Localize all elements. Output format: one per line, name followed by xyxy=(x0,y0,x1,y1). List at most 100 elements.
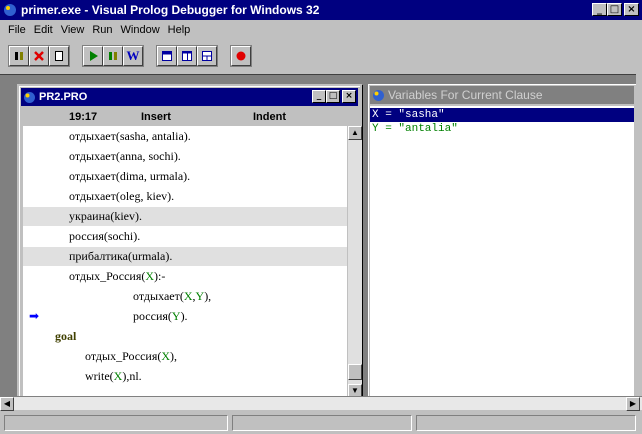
breakpoint-button[interactable] xyxy=(231,46,251,66)
code-line[interactable]: ➡ россия(Y). xyxy=(23,307,347,326)
scroll-thumb[interactable] xyxy=(348,364,362,380)
code-text: отдыхает(sasha, antalia). xyxy=(69,127,191,146)
step-icon xyxy=(109,52,117,60)
variable-token: X xyxy=(161,349,171,363)
variables-window: Variables For Current Clause X = "sasha"… xyxy=(368,84,636,400)
code-text: отдых_Россия(X), xyxy=(85,347,177,366)
toolbar-group-windows xyxy=(156,45,218,67)
variable-token: X xyxy=(183,289,193,303)
menu-view[interactable]: View xyxy=(57,24,89,36)
code-line[interactable]: прибалтика(urmala). xyxy=(23,247,347,266)
code-line[interactable]: отдых_Россия(X):- xyxy=(23,267,347,286)
arrange-icon xyxy=(202,51,212,61)
variable-row-y[interactable]: Y = "antalia" xyxy=(370,122,634,136)
code-line[interactable]: write(X),nl. xyxy=(23,367,347,386)
code-token: россия(sochi). xyxy=(69,229,141,243)
code-line[interactable]: отдых_Россия(X), xyxy=(23,347,347,366)
editor-title-bar[interactable]: PR2.PRO _ □ × xyxy=(21,88,358,106)
menu-help[interactable]: Help xyxy=(164,24,195,36)
toolbar-group-breakpoint xyxy=(230,45,252,67)
tile-icon xyxy=(162,51,172,61)
code-line[interactable]: отдыхает(oleg, kiev). xyxy=(23,187,347,206)
menu-window[interactable]: Window xyxy=(117,24,164,36)
variables-title: Variables For Current Clause xyxy=(388,88,543,102)
status-panel-3 xyxy=(416,415,636,431)
keyword-token: goal xyxy=(55,329,77,343)
code-line[interactable]: отдыхает(sasha, antalia). xyxy=(23,127,347,146)
menu-file[interactable]: File xyxy=(4,24,30,36)
current-line-arrow-icon: ➡ xyxy=(29,309,40,323)
breakpoint-icon xyxy=(236,51,246,61)
editor-title: PR2.PRO xyxy=(39,91,88,103)
code-text: прибалтика(urmala). xyxy=(69,247,172,266)
arrange-button[interactable] xyxy=(197,46,217,66)
code-line[interactable]: отдыхает(dima, urmala). xyxy=(23,167,347,186)
new-icon xyxy=(55,51,63,61)
variable-row-x[interactable]: X = "sasha" xyxy=(370,108,634,122)
editor-close-button[interactable]: × xyxy=(342,90,356,103)
editor-status-bar: 19:17 Insert Indent xyxy=(23,108,353,125)
main-vertical-scrollbar[interactable] xyxy=(636,74,642,410)
cascade-icon xyxy=(182,51,192,61)
insert-mode: Insert xyxy=(141,110,171,123)
step-button[interactable] xyxy=(103,46,123,66)
variable-token: Y xyxy=(195,289,205,303)
pause-icon xyxy=(15,52,23,60)
code-token: отдых_Россия( xyxy=(85,349,162,363)
main-horizontal-scrollbar[interactable]: ◀ ▶ xyxy=(0,396,642,411)
variables-list[interactable]: X = "sasha" Y = "antalia" xyxy=(370,106,634,398)
status-bar xyxy=(0,412,642,434)
variables-title-bar[interactable]: Variables For Current Clause xyxy=(370,86,634,104)
maximize-button[interactable]: □ xyxy=(607,3,622,16)
code-token: отдыхает(anna, sochi). xyxy=(69,149,181,163)
app-icon xyxy=(4,4,16,16)
code-text: write(X),nl. xyxy=(85,367,142,386)
code-token: ),nl. xyxy=(122,369,142,383)
code-line[interactable]: украина(kiev). xyxy=(23,207,347,226)
code-token: отдых_Россия( xyxy=(69,269,146,283)
status-panel-1 xyxy=(4,415,228,431)
variable-token: Y xyxy=(171,309,181,323)
code-token: отдыхает(sasha, antalia). xyxy=(69,129,191,143)
code-token: ). xyxy=(180,309,188,323)
close-button[interactable]: × xyxy=(624,3,639,16)
pause-button[interactable] xyxy=(9,46,29,66)
minimize-button[interactable]: _ xyxy=(592,3,607,16)
menu-bar: File Edit View Run Window Help xyxy=(0,20,642,40)
tile-button[interactable] xyxy=(157,46,177,66)
code-text: украина(kiev). xyxy=(69,207,142,226)
app-title: primer.exe - Visual Prolog Debugger for … xyxy=(21,3,320,17)
app-title-bar[interactable]: primer.exe - Visual Prolog Debugger for … xyxy=(0,0,642,20)
code-token: отдыхает(dima, urmala). xyxy=(69,169,191,183)
code-token: ), xyxy=(170,349,178,363)
toolbar-group-file xyxy=(8,45,70,67)
new-button[interactable] xyxy=(49,46,69,66)
code-text: отдых_Россия(X):- xyxy=(69,267,165,286)
toolbar-group-run: W xyxy=(82,45,144,67)
code-line[interactable]: goal xyxy=(23,327,347,346)
editor-maximize-button[interactable]: □ xyxy=(326,90,340,103)
code-line[interactable]: отдыхает(anna, sochi). xyxy=(23,147,347,166)
scroll-up-button[interactable]: ▲ xyxy=(348,126,362,140)
watch-icon: W xyxy=(126,48,140,63)
editor-minimize-button[interactable]: _ xyxy=(312,90,326,103)
stop-button[interactable] xyxy=(29,46,49,66)
run-button[interactable] xyxy=(83,46,103,66)
toolbar: W xyxy=(0,40,642,72)
cursor-position: 19:17 xyxy=(69,110,98,123)
code-line[interactable]: отдыхает(X,Y), xyxy=(23,287,347,306)
menu-run[interactable]: Run xyxy=(88,24,116,36)
code-token: отдыхает(oleg, kiev). xyxy=(69,189,175,203)
code-text: отдыхает(dima, urmala). xyxy=(69,167,190,186)
code-line[interactable]: россия(sochi). xyxy=(23,227,347,246)
menu-edit[interactable]: Edit xyxy=(30,24,57,36)
code-editor[interactable]: отдыхает(sasha, antalia). отдыхает(anna, … xyxy=(23,126,347,398)
scroll-left-button[interactable]: ◀ xyxy=(0,397,14,411)
editor-vertical-scrollbar[interactable]: ▲ ▼ xyxy=(348,126,362,398)
scroll-right-button[interactable]: ▶ xyxy=(626,397,640,411)
watch-button[interactable]: W xyxy=(123,46,143,66)
code-text: россия(sochi). xyxy=(69,227,140,246)
cascade-button[interactable] xyxy=(177,46,197,66)
variable-token: X xyxy=(145,269,155,283)
code-token: прибалтика(urmala). xyxy=(69,249,173,263)
